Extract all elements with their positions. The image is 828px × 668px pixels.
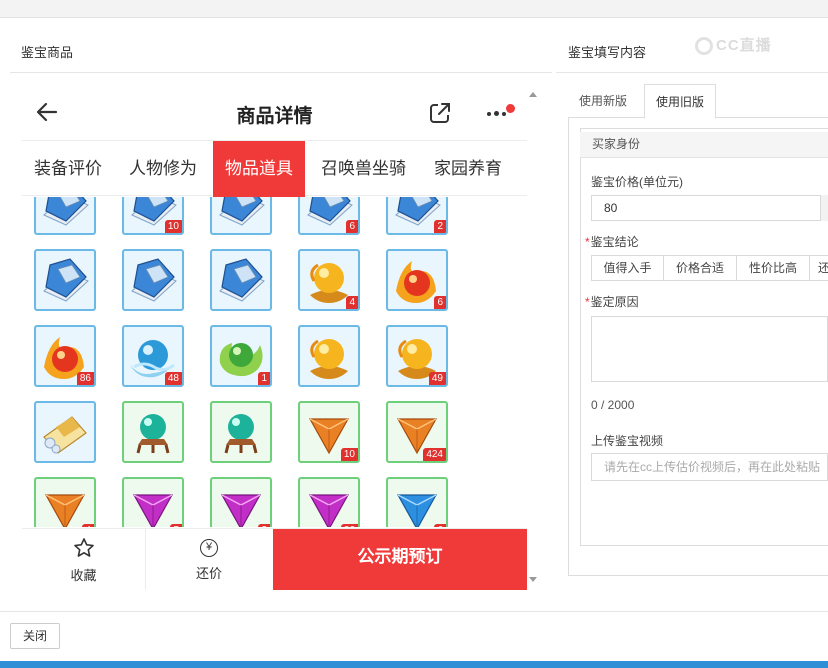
- item-grid: 10 6 2 4 6 86 48 1 49 10 424 4 5 3 86 6: [22, 197, 527, 527]
- reason-label: 鉴定原因: [590, 295, 639, 309]
- tab-equipment-review[interactable]: 装备评价: [34, 141, 102, 197]
- conclusion-option-worth-buying[interactable]: 值得入手: [591, 255, 664, 281]
- more-menu-icon[interactable]: [484, 99, 515, 125]
- item-quantity-badge: 3: [258, 524, 270, 527]
- tab-character-cultivation[interactable]: 人物修为: [129, 141, 197, 197]
- item-slot[interactable]: 6: [386, 477, 448, 527]
- section-header-buyer-identity: 买家身份: [580, 132, 828, 158]
- required-mark: *: [585, 295, 590, 309]
- item-slot[interactable]: 6: [298, 197, 360, 235]
- item-slot[interactable]: 10: [298, 401, 360, 463]
- phone-header: 商品详情: [22, 87, 527, 139]
- item-slot[interactable]: 4: [34, 477, 96, 527]
- item-quantity-badge: 10: [340, 448, 358, 461]
- phone-outer-scrollbar[interactable]: [528, 92, 538, 582]
- scroll-down-arrow-icon[interactable]: [529, 577, 537, 582]
- item-slot[interactable]: 49: [386, 325, 448, 387]
- price-label: 鉴宝价格(单位元): [591, 175, 683, 189]
- conclusion-label: 鉴宝结论: [590, 235, 639, 249]
- conclusion-label-row: *鉴宝结论: [585, 233, 639, 250]
- tab-summon-mounts[interactable]: 召唤兽坐骑: [321, 141, 406, 197]
- item-slot[interactable]: [298, 325, 360, 387]
- required-mark: *: [585, 235, 590, 249]
- tab-old-version[interactable]: 使用旧版: [644, 84, 717, 119]
- item-slot[interactable]: 86: [34, 325, 96, 387]
- item-slot[interactable]: 1: [210, 325, 272, 387]
- more-dot: [487, 112, 491, 116]
- conclusion-option-fair-price[interactable]: 价格合适: [663, 255, 737, 281]
- item-quantity-badge: 4: [82, 524, 94, 527]
- tab-new-version[interactable]: 使用新版: [568, 84, 638, 118]
- video-link-input[interactable]: 请先在cc上传估价视频后，再在此处粘贴: [591, 453, 828, 481]
- item-slot[interactable]: 3: [210, 477, 272, 527]
- phone-preview: 商品详情 装备评价 人物修为 物品道具 召唤兽坐骑 家园养育 10 6 2 4 6 86 4…: [22, 87, 527, 590]
- reason-label-row: *鉴定原因: [585, 293, 639, 310]
- category-tabs: 装备评价 人物修为 物品道具 召唤兽坐骑 家园养育: [22, 140, 527, 197]
- item-quantity-badge: 6: [434, 524, 446, 527]
- item-quantity-badge: 48: [164, 372, 182, 385]
- right-panel-title: 鉴宝填写内容: [568, 45, 647, 60]
- footer-divider: [0, 611, 828, 612]
- video-label: 上传鉴宝视频: [591, 434, 664, 448]
- reason-char-counter: 0 / 2000: [591, 398, 635, 412]
- item-quantity-badge: 86: [340, 524, 358, 527]
- watermark-text: CC直播: [716, 37, 772, 54]
- item-quantity-badge: 424: [423, 448, 446, 461]
- item-slot[interactable]: [34, 197, 96, 235]
- scroll-up-arrow-icon[interactable]: [529, 92, 537, 97]
- item-slot[interactable]: [122, 249, 184, 311]
- more-dot: [502, 112, 506, 116]
- item-quantity-badge: 49: [428, 372, 446, 385]
- item-quantity-badge: 2: [434, 220, 446, 233]
- watermark-ring-icon: [695, 37, 713, 56]
- item-quantity-badge: 4: [346, 296, 358, 309]
- conclusion-options: 值得入手 价格合适 性价比高 还: [591, 255, 828, 281]
- bargain-button[interactable]: ¥ 还价: [146, 529, 272, 590]
- left-panel-title: 鉴宝商品: [21, 45, 74, 60]
- item-slot[interactable]: [210, 197, 272, 235]
- item-quantity-badge: 6: [346, 220, 358, 233]
- item-slot[interactable]: 6: [386, 249, 448, 311]
- taskbar-strip: [0, 661, 828, 668]
- conclusion-option-good-value[interactable]: 性价比高: [736, 255, 810, 281]
- share-icon[interactable]: [427, 100, 453, 126]
- item-slot[interactable]: [34, 401, 96, 463]
- preorder-button[interactable]: 公示期预订: [273, 529, 527, 590]
- conclusion-option-more[interactable]: 还: [809, 255, 828, 281]
- watermark-logo: CC直播: [695, 34, 772, 56]
- close-button[interactable]: 关闭: [10, 623, 60, 649]
- item-slot[interactable]: [210, 401, 272, 463]
- star-icon: [74, 538, 94, 557]
- item-slot[interactable]: [210, 249, 272, 311]
- item-slot[interactable]: 4: [298, 249, 360, 311]
- notification-dot: [506, 104, 515, 113]
- item-slot[interactable]: 424: [386, 401, 448, 463]
- item-quantity-badge: 10: [164, 220, 182, 233]
- top-strip: [0, 0, 828, 18]
- tab-home-nurture[interactable]: 家园养育: [434, 141, 502, 197]
- item-quantity-badge: 5: [170, 524, 182, 527]
- item-slot[interactable]: 5: [122, 477, 184, 527]
- item-slot[interactable]: 2: [386, 197, 448, 235]
- item-slot[interactable]: 48: [122, 325, 184, 387]
- item-quantity-badge: 86: [76, 372, 94, 385]
- item-quantity-badge: 6: [434, 296, 446, 309]
- item-quantity-badge: 1: [258, 372, 270, 385]
- form-version-tabs: 使用新版 使用旧版: [568, 84, 828, 119]
- price-stepper[interactable]: [820, 195, 828, 221]
- item-slot[interactable]: [34, 249, 96, 311]
- tab-items[interactable]: 物品道具: [213, 141, 305, 197]
- favorite-button[interactable]: 收藏: [22, 529, 146, 590]
- reason-textarea[interactable]: [591, 316, 828, 382]
- bottom-action-bar: 收藏 ¥ 还价 公示期预订: [22, 528, 527, 590]
- favorite-label: 收藏: [70, 568, 97, 583]
- bargain-label: 还价: [195, 566, 222, 581]
- item-slot[interactable]: 10: [122, 197, 184, 235]
- item-slot[interactable]: 86: [298, 477, 360, 527]
- price-input[interactable]: 80: [591, 195, 821, 221]
- more-dot: [494, 111, 499, 116]
- right-panel-divider: [556, 72, 828, 73]
- item-slot[interactable]: [122, 401, 184, 463]
- yen-icon: ¥: [200, 539, 218, 557]
